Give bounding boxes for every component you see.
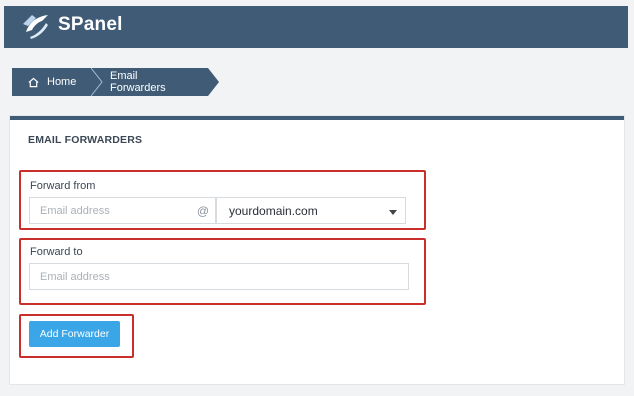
breadcrumb-current: Email Forwarders (92, 68, 219, 96)
page-title: EMAIL FORWARDERS (28, 134, 143, 146)
domain-select[interactable]: yourdomain.com (216, 197, 406, 224)
breadcrumb-separator-icon (91, 68, 103, 96)
breadcrumb-home-label: Home (47, 76, 77, 88)
home-icon (28, 77, 39, 88)
add-forwarder-button[interactable]: Add Forwarder (29, 321, 120, 347)
brand-name[interactable]: SPanel (58, 14, 123, 36)
at-symbol: @ (196, 204, 209, 218)
top-header: SPanel (4, 6, 628, 48)
forward-to-input[interactable]: Email address (29, 263, 409, 290)
breadcrumb-home[interactable]: Home (12, 68, 103, 96)
chevron-down-icon (389, 210, 397, 215)
forward-to-label: Forward to (30, 246, 83, 258)
forward-to-placeholder: Email address (40, 270, 110, 283)
breadcrumb-end-arrow (208, 68, 219, 96)
forward-from-label: Forward from (30, 180, 96, 192)
email-forwarders-panel: EMAIL FORWARDERS Forward from Email addr… (10, 116, 624, 384)
forward-from-input[interactable]: Email address @ (29, 197, 216, 224)
breadcrumb: Home Email Forwarders (12, 68, 219, 96)
forward-from-placeholder: Email address (40, 204, 110, 217)
domain-select-value: yourdomain.com (229, 203, 318, 218)
breadcrumb-current-label: Email Forwarders (110, 70, 166, 94)
spanel-logo-icon[interactable] (20, 10, 52, 42)
